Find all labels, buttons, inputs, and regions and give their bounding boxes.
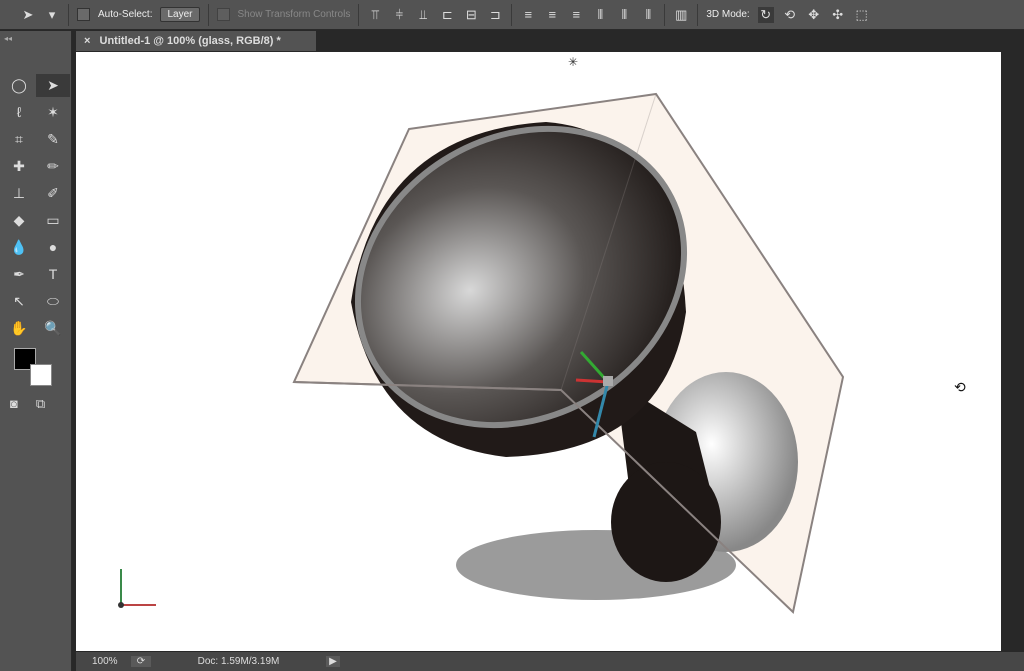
quick-mask-icon[interactable]: ◙ [10, 396, 18, 412]
tools-panel: ◂◂ ◯ ➤ ℓ ✶ ⌗ ✎ ✚ ✏ ⊥ ✐ ◆ ▭ 💧 ● ✒ T ↖ ⬭ ✋… [0, 31, 72, 671]
shape-tool[interactable]: ⬭ [36, 290, 70, 313]
screen-mode-icon[interactable]: ⧉ [36, 396, 45, 412]
pen-tool[interactable]: ✒ [2, 263, 36, 286]
magic-wand-tool[interactable]: ✶ [36, 101, 70, 124]
zoom-tool[interactable]: 🔍 [36, 317, 70, 340]
divider [511, 3, 513, 26]
distribute-top-icon[interactable]: ≡ [520, 7, 536, 23]
status-icon[interactable]: ⟳ [131, 656, 151, 667]
eraser-tool[interactable]: ◆ [2, 209, 36, 232]
move-tool-icon[interactable]: ➤ [20, 7, 36, 23]
align-left-icon[interactable]: ⊏ [439, 7, 455, 23]
document-title: Untitled-1 @ 100% (glass, RGB/8) * [99, 35, 281, 47]
document-tab[interactable]: × Untitled-1 @ 100% (glass, RGB/8) * [76, 31, 316, 51]
distribute-hcenter-icon[interactable]: ⦀ [616, 7, 632, 23]
eyedropper-tool[interactable]: ✎ [36, 128, 70, 151]
3d-roll-icon[interactable]: ⟲ [782, 7, 798, 23]
show-transform-label: Show Transform Controls [237, 9, 351, 20]
distribute-right-icon[interactable]: ⦀ [640, 7, 656, 23]
distribute-bottom-icon[interactable]: ≡ [568, 7, 584, 23]
status-bar: 100% ⟳ Doc: 1.59M/3.19M ▶ [76, 652, 1024, 671]
show-transform-checkbox[interactable] [216, 8, 230, 21]
stamp-tool[interactable]: ⊥ [2, 182, 36, 205]
align-hcenter-icon[interactable]: ⊟ [463, 7, 479, 23]
close-tab-icon[interactable]: × [84, 35, 90, 47]
3d-slide-icon[interactable]: ✣ [830, 7, 846, 23]
move-tool[interactable]: ➤ [36, 74, 70, 97]
auto-select-dropdown[interactable]: Layer [160, 7, 200, 22]
path-select-tool[interactable]: ↖ [2, 290, 36, 313]
blur-tool[interactable]: 💧 [2, 236, 36, 259]
align-vcenter-icon[interactable]: ⫩ [391, 7, 407, 23]
brush-tool[interactable]: ✏ [36, 155, 70, 178]
auto-select-label: Auto-Select: [98, 9, 153, 20]
doc-size: Doc: 1.59M/3.19M [197, 656, 280, 667]
auto-align-icon[interactable]: ▥ [673, 7, 689, 23]
distribute-vcenter-icon[interactable]: ≡ [544, 7, 560, 23]
type-tool[interactable]: T [36, 263, 70, 286]
3d-scene: ✳ ⟲ [118, 55, 966, 614]
dodge-tool[interactable]: ● [36, 236, 70, 259]
light-icon: ✳ [568, 55, 578, 69]
align-top-icon[interactable]: ⫪ [367, 7, 383, 23]
background-color-swatch[interactable] [30, 364, 52, 386]
document-canvas[interactable]: ✳ ⟲ [76, 52, 1001, 651]
3d-scale-icon[interactable]: ⬚ [854, 7, 870, 23]
align-bottom-icon[interactable]: ⫫ [415, 7, 431, 23]
history-brush-tool[interactable]: ✐ [36, 182, 70, 205]
glass-base-dark [611, 462, 721, 582]
rotate-cursor-icon: ⟲ [954, 379, 966, 395]
lasso-tool[interactable]: ℓ [2, 101, 36, 124]
healing-tool[interactable]: ✚ [2, 155, 36, 178]
divider [697, 3, 699, 26]
hand-tool[interactable]: ✋ [2, 317, 36, 340]
divider [358, 3, 360, 26]
3d-rotate-icon[interactable]: ↻ [757, 6, 774, 23]
3d-mode-label: 3D Mode: [706, 9, 750, 20]
gradient-tool[interactable]: ▭ [36, 209, 70, 232]
divider [664, 3, 666, 26]
divider [207, 3, 209, 26]
chevron-down-icon[interactable]: ▾ [44, 7, 60, 23]
auto-select-checkbox[interactable] [77, 8, 90, 21]
ground-axis-icon [118, 569, 156, 608]
collapse-icon[interactable]: ◂◂ [0, 31, 71, 46]
align-right-icon[interactable]: ⊐ [487, 7, 503, 23]
marquee-tool[interactable]: ◯ [2, 74, 36, 97]
zoom-level[interactable]: 100% [76, 656, 131, 667]
divider [68, 3, 69, 26]
options-bar: ➤ ▾ Auto-Select: Layer Show Transform Co… [0, 0, 1024, 30]
distribute-left-icon[interactable]: ⦀ [592, 7, 608, 23]
crop-tool[interactable]: ⌗ [2, 128, 36, 151]
3d-pan-icon[interactable]: ✥ [806, 7, 822, 23]
status-menu-arrow-icon[interactable]: ▶ [326, 656, 340, 667]
